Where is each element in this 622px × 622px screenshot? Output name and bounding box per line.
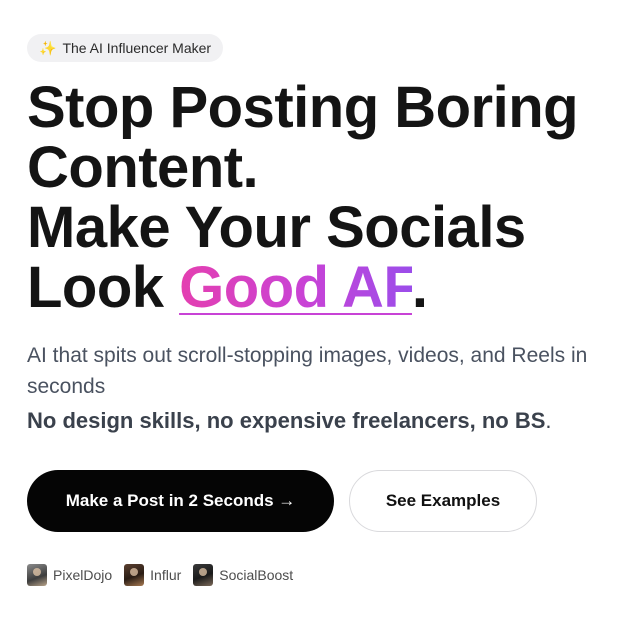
brand-list: PixelDojo Influr SocialBoost [27,564,293,586]
hero-tagline: No design skills, no expensive freelance… [27,406,552,436]
headline-line-2: Content. [27,135,259,200]
socialboost-avatar [193,564,214,586]
headline-line-1: Stop Posting Boring [27,75,579,140]
hero-badge: ✨ The AI Influencer Maker [27,34,224,62]
hero-section: ✨ The AI Influencer Maker Stop Posting B… [0,0,622,622]
badge-label: The AI Influencer Maker [62,40,212,56]
headline-line-4-suffix: . [411,255,428,320]
brand-item-influr: Influr [124,564,181,586]
pixeldojo-avatar [27,564,47,586]
sparkle-icon: ✨ [39,40,57,56]
tagline-text: No design skills, no expensive freelance… [27,408,546,433]
brand-name: PixelDojo [53,567,113,583]
see-examples-button[interactable]: See Examples [349,470,537,532]
tagline-suffix: . [545,408,552,433]
brand-item-pixeldojo: PixelDojo [27,564,112,586]
hero-subheadline: AI that spits out scroll-stopping images… [27,344,588,398]
influr-avatar [124,564,145,586]
headline-line-4-prefix: Look [27,255,180,320]
brand-item-socialboost: SocialBoost [193,564,293,586]
headline-highlight: Good AF [179,255,412,320]
brand-name: Influr [150,567,182,583]
brand-name: SocialBoost [219,567,294,583]
make-post-button[interactable]: Make a Post in 2 Seconds → [27,470,334,532]
headline-line-3: Make Your Socials [27,195,526,260]
hero-headline: Stop Posting Boring Content. Make Your S… [27,75,579,318]
headline-line-4: Look Good AF. [27,258,578,318]
